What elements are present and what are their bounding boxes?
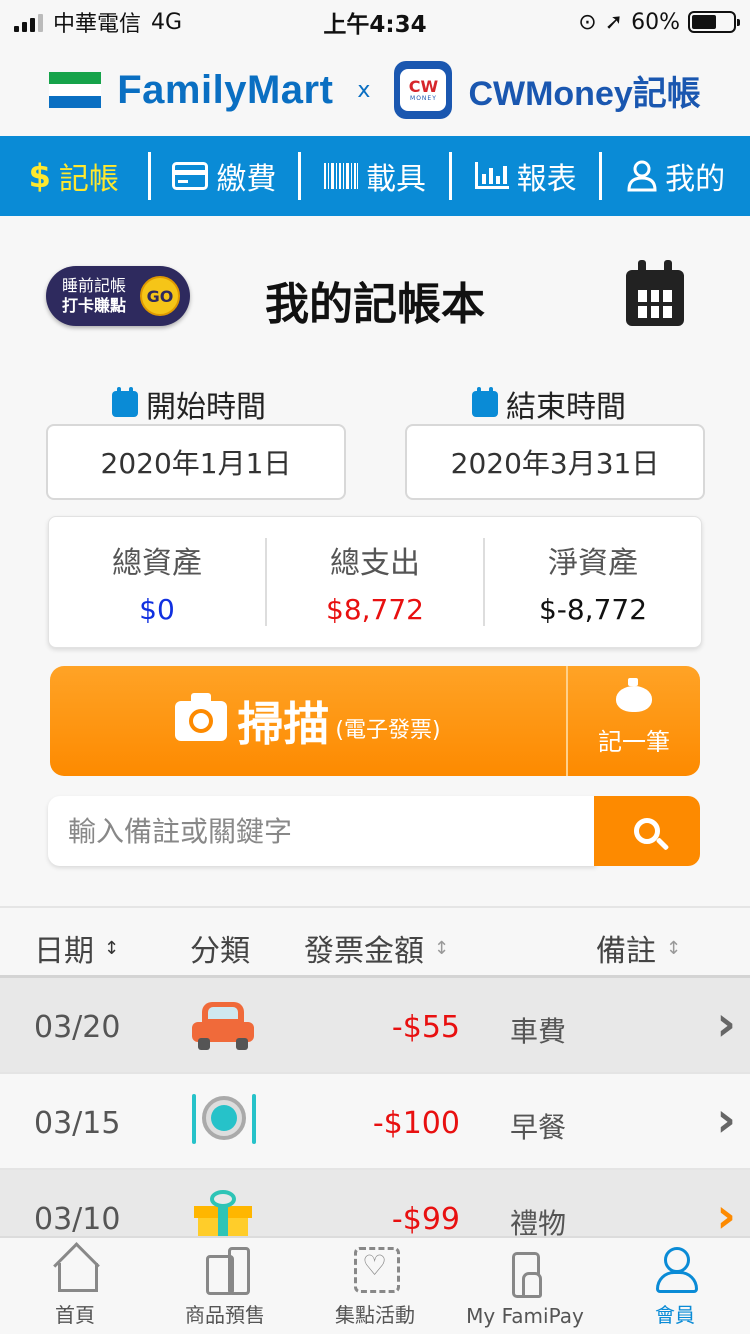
start-date-field[interactable]: 2020年1月1日 — [46, 424, 346, 500]
tab-stamps[interactable]: 集點活動 — [300, 1238, 450, 1334]
nav-item-bookkeeping[interactable]: $ 記帳 — [0, 152, 151, 200]
tab-label: 首頁 — [55, 1303, 95, 1327]
row-amount: -$99 — [391, 1202, 460, 1237]
signal-icon — [14, 12, 43, 32]
dollar-icon: $ — [28, 157, 51, 195]
nav-label: 我的 — [665, 162, 726, 197]
table-row[interactable]: 03/20 -$55 車費 › — [0, 978, 750, 1074]
total-assets: 總資產 $0 — [49, 538, 267, 626]
calendar-button[interactable] — [626, 260, 684, 326]
carrier: 中華電信 — [53, 12, 142, 37]
table-row[interactable]: 03/15 -$100 早餐 › — [0, 1074, 750, 1170]
search-button[interactable] — [594, 796, 700, 866]
row-date: 03/20 — [34, 1010, 121, 1045]
home-icon — [52, 1245, 98, 1292]
tab-label: My FamiPay — [466, 1304, 584, 1328]
chevron-right-icon: › — [716, 996, 736, 1052]
network-type: 4G — [151, 9, 183, 35]
search-bar — [48, 796, 700, 866]
card-icon — [172, 162, 209, 190]
chevron-right-icon: › — [716, 1092, 736, 1148]
cwmoney-name: CWMoney記帳 — [468, 74, 701, 113]
nav-label: 載具 — [365, 162, 426, 197]
tab-member[interactable]: 會員 — [600, 1238, 750, 1334]
net-assets-value: $-8,772 — [538, 593, 648, 626]
user-icon — [627, 160, 657, 192]
row-note: 車費 — [510, 1015, 567, 1048]
sort-icon: ↕ — [666, 937, 682, 959]
nav-label: 記帳 — [58, 162, 119, 197]
nav-item-carrier[interactable]: 載具 — [301, 152, 452, 200]
nav-item-payment[interactable]: 繳費 — [151, 152, 302, 200]
tab-label: 商品預售 — [185, 1303, 265, 1327]
tab-famipay[interactable]: My FamiPay — [450, 1238, 600, 1334]
car-icon — [190, 996, 256, 1056]
add-record-button[interactable]: 記一筆 — [566, 666, 700, 776]
search-input[interactable] — [48, 796, 596, 866]
row-amount: -$55 — [391, 1010, 460, 1045]
nav-label: 報表 — [516, 162, 577, 197]
calendar-icon — [112, 387, 138, 417]
plate-icon — [190, 1092, 256, 1152]
bar-chart-icon — [474, 162, 509, 189]
column-note[interactable]: 備註 ↕ — [596, 926, 681, 970]
location-icon: ➚ — [604, 9, 624, 35]
battery-icon — [688, 11, 740, 33]
bottom-tab-bar: 首頁 商品預售 集點活動 My FamiPay 會員 — [0, 1236, 750, 1334]
cwmoney-logo-icon: CW MONEY — [394, 61, 453, 119]
net-assets: 淨資產 $-8,772 — [485, 538, 701, 626]
scan-invoice-button[interactable]: 掃描 (電子發票) — [50, 666, 566, 776]
member-icon — [652, 1245, 698, 1293]
total-expense-value: $8,772 — [326, 593, 424, 626]
tab-label: 集點活動 — [335, 1303, 415, 1327]
chevron-right-icon: › — [716, 1188, 736, 1244]
shopping-icon — [202, 1245, 250, 1295]
nav-item-mine[interactable]: 我的 — [602, 152, 750, 200]
start-date-label: 開始時間 — [112, 382, 266, 426]
end-date-field[interactable]: 2020年3月31日 — [405, 424, 705, 500]
row-note: 早餐 — [510, 1111, 567, 1144]
column-amount[interactable]: 發票金額 ↕ — [304, 926, 449, 970]
barcode-icon — [323, 163, 358, 189]
brand-separator: x — [357, 77, 371, 103]
tab-home[interactable]: 首頁 — [0, 1238, 150, 1334]
camera-icon — [175, 693, 228, 741]
tab-presale[interactable]: 商品預售 — [150, 1238, 300, 1334]
search-icon — [634, 818, 660, 844]
row-date: 03/10 — [34, 1202, 121, 1237]
total-assets-value: $0 — [139, 593, 175, 626]
stamp-icon — [352, 1245, 400, 1293]
row-date: 03/15 — [34, 1106, 121, 1141]
clock: 上午4:34 — [323, 12, 427, 38]
sort-icon: ↕ — [104, 937, 120, 959]
brand-header: FamilyMart x CW MONEY CWMoney記帳 — [0, 44, 750, 136]
row-amount: -$100 — [372, 1106, 460, 1141]
battery-percent: 60% — [631, 9, 680, 35]
total-expense: 總支出 $8,772 — [267, 538, 485, 626]
status-bar: 中華電信 4G 上午4:34 ⊙ ➚ 60% — [0, 0, 750, 44]
phone-pay-icon — [502, 1250, 548, 1298]
familymart-name: FamilyMart — [117, 67, 334, 112]
piggy-bank-icon — [616, 677, 652, 712]
calendar-icon — [638, 290, 672, 318]
top-nav: $ 記帳 繳費 載具 報表 我的 — [0, 136, 750, 216]
sort-icon: ↕ — [434, 937, 450, 959]
familymart-logo-icon — [49, 72, 102, 108]
summary-card: 總資產 $0 總支出 $8,772 淨資產 $-8,772 — [48, 516, 702, 648]
rotation-lock-icon: ⊙ — [578, 9, 597, 35]
column-category: 分類 — [190, 934, 250, 969]
nav-item-report[interactable]: 報表 — [452, 152, 603, 200]
end-date-label: 結束時間 — [472, 382, 626, 426]
table-header: 日期 ↕ 分類 發票金額 ↕ 備註 ↕ — [0, 906, 750, 978]
calendar-icon — [472, 387, 498, 417]
column-date[interactable]: 日期 ↕ — [34, 926, 119, 970]
tab-label: 會員 — [655, 1303, 695, 1327]
nav-label: 繳費 — [216, 162, 277, 197]
